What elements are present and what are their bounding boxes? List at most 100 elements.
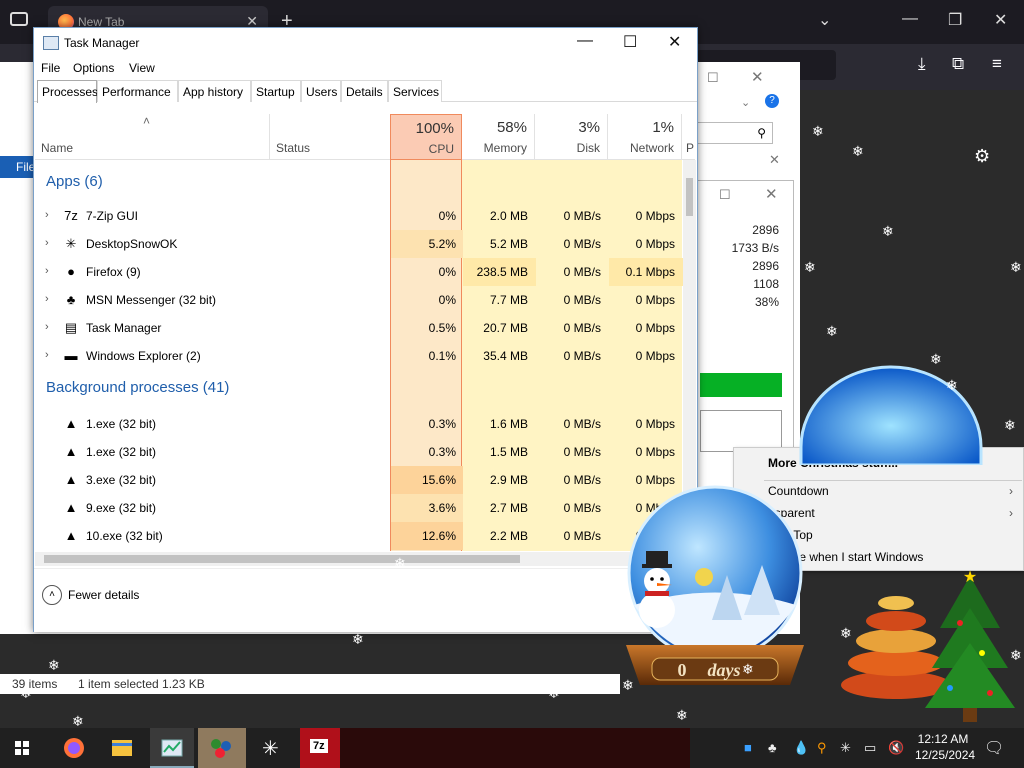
- snowflake-icon: ❄: [214, 299, 226, 315]
- col-cpu[interactable]: 100% CPU: [390, 114, 462, 160]
- process-row[interactable]: ▲ 3.exe (32 bit) 15.6% 2.9 MB 0 MB/s 0 Mbps: [35, 466, 695, 494]
- network-icon[interactable]: ▭: [864, 740, 876, 756]
- close-window-button[interactable]: ✕: [994, 10, 1007, 30]
- expand-chevron-icon[interactable]: ›: [45, 209, 49, 221]
- cpu-value: 12.6%: [421, 529, 456, 543]
- gear-icon[interactable]: ⚙: [974, 146, 990, 167]
- scroll-thumb[interactable]: [44, 555, 520, 563]
- volume-muted-icon[interactable]: 🔇: [888, 740, 904, 756]
- process-row[interactable]: › ▬ Windows Explorer (2) 0.1% 35.4 MB 0 MB/s 0…: [35, 342, 695, 370]
- expand-chevron-icon[interactable]: ›: [45, 293, 49, 305]
- taskbar-file-explorer[interactable]: [100, 728, 144, 768]
- taskbar-msn-messenger[interactable]: [198, 728, 246, 768]
- snowflake-icon: ❄: [742, 661, 754, 677]
- process-row[interactable]: › ● Firefox (9) 0% 238.5 MB 0 MB/s 0.1 Mbps: [35, 258, 695, 286]
- process-row[interactable]: ▲10.exe (32 bit)12.6%2.2 MB0 MB/s0 Mbps: [35, 522, 695, 550]
- expand-chevron-icon[interactable]: ›: [45, 321, 49, 333]
- expand-chevron-icon[interactable]: ›: [45, 237, 49, 249]
- tab-startup[interactable]: Startup: [251, 80, 301, 102]
- network-value: 0 Mbps: [635, 445, 675, 459]
- process-row[interactable]: ▲ 1.exe (32 bit) 0.3% 1.6 MB 0 MB/s 0 Mbps: [35, 410, 695, 438]
- process-row[interactable]: › ✳ DesktopSnowOK 5.2% 5.2 MB 0 MB/s 0 Mbps: [35, 230, 695, 258]
- search-tray-icon[interactable]: ⚲: [817, 740, 827, 756]
- minimize-button[interactable]: —: [577, 32, 593, 50]
- disk-total: 3%: [578, 119, 600, 136]
- task-manager-icon: ▤: [64, 320, 78, 335]
- close-button[interactable]: ✕: [668, 32, 681, 52]
- disk-value: 0 MB/s: [563, 237, 601, 251]
- tab-services[interactable]: Services: [388, 80, 442, 102]
- days-count: 0: [678, 660, 687, 680]
- network-value: 0 Mbps: [635, 293, 675, 307]
- maximize-icon[interactable]: ☐: [719, 187, 731, 203]
- search-box[interactable]: ⚲: [697, 122, 773, 144]
- minimize-button[interactable]: —: [902, 10, 918, 28]
- menu-options[interactable]: Options: [73, 61, 114, 75]
- snowflake-icon: ❄: [278, 369, 290, 385]
- close-icon[interactable]: ✕: [769, 152, 780, 168]
- close-icon[interactable]: ✕: [751, 68, 764, 86]
- clock-time: 12:12 AM: [917, 732, 969, 746]
- col-network[interactable]: 1% Network: [608, 114, 682, 160]
- chevron-up-icon[interactable]: ˄: [42, 585, 62, 605]
- col-power[interactable]: P: [682, 114, 695, 160]
- blue-square-icon[interactable]: ■: [744, 740, 752, 755]
- start-button[interactable]: [0, 728, 44, 768]
- taskbar-desktopsnow[interactable]: ✳: [250, 728, 294, 768]
- snowflake-icon: ❄: [676, 707, 688, 723]
- network-value: 0 Mbps: [635, 237, 675, 251]
- close-icon[interactable]: ✕: [765, 185, 778, 203]
- msn-icon: [211, 739, 231, 758]
- apps-group-header[interactable]: Apps (6): [46, 173, 103, 190]
- memory-value: 2.2 MB: [489, 529, 528, 543]
- col-status[interactable]: Status: [269, 114, 390, 160]
- maximize-button[interactable]: ❐: [948, 10, 962, 30]
- process-row[interactable]: › 7z 7-Zip GUI 0% 2.0 MB 0 MB/s 0 Mbps: [35, 202, 695, 230]
- expand-chevron-icon[interactable]: ›: [45, 349, 49, 361]
- snowflake-icon: ❄: [1010, 647, 1022, 663]
- tab-details[interactable]: Details: [341, 80, 388, 102]
- list-all-tabs-icon[interactable]: ⌄: [818, 10, 831, 30]
- window-title: Task Manager: [64, 36, 140, 50]
- taskbar-7zip[interactable]: 7z: [300, 728, 344, 768]
- notification-icon[interactable]: 🗨: [984, 738, 1004, 758]
- process-row[interactable]: › ▤ Task Manager 0.5% 20.7 MB 0 MB/s 0 Mbps: [35, 314, 695, 342]
- maximize-icon[interactable]: ☐: [707, 70, 719, 86]
- expand-chevron-icon[interactable]: ›: [45, 265, 49, 277]
- tab-processes[interactable]: Processes: [37, 80, 98, 103]
- col-name[interactable]: Name: [35, 114, 269, 160]
- download-icon[interactable]: ⤓: [918, 54, 926, 74]
- cpu-total: 100%: [415, 120, 454, 137]
- menu-view[interactable]: View: [129, 61, 155, 75]
- process-row[interactable]: › ♣ MSN Messenger (32 bit) 0% 7.7 MB 0 MB/s 0 …: [35, 286, 695, 314]
- col-disk[interactable]: 3% Disk: [535, 114, 608, 160]
- clock[interactable]: 12:12 AM 12/25/2024: [915, 731, 975, 763]
- extensions-icon[interactable]: ⧉: [952, 54, 964, 74]
- tab-app-history[interactable]: App history: [178, 80, 251, 102]
- taskbar-firefox[interactable]: [52, 728, 96, 768]
- selection-info: 1 item selected 1.23 KB: [78, 677, 205, 691]
- scroll-thumb[interactable]: [686, 178, 693, 216]
- maximize-button[interactable]: ☐: [623, 32, 637, 52]
- msn-tray-icon[interactable]: ♣: [768, 740, 777, 755]
- chevron-down-icon[interactable]: ⌄: [741, 96, 750, 109]
- memory-total: 58%: [496, 119, 527, 136]
- snowflake-tray-icon[interactable]: ✳: [840, 740, 851, 756]
- background-group-header[interactable]: Background processes (41): [46, 379, 229, 396]
- snowflake-icon: ❄: [804, 259, 816, 275]
- col-name-label: Name: [41, 141, 74, 155]
- taskbar-task-manager[interactable]: [150, 728, 194, 768]
- network-value: 0 Mbps: [635, 209, 675, 223]
- menu-file[interactable]: File: [41, 61, 60, 75]
- disk-value: 0 MB/s: [563, 293, 601, 307]
- tab-performance[interactable]: Performance: [97, 80, 178, 102]
- horizontal-scrollbar[interactable]: [35, 552, 683, 566]
- fewer-details-button[interactable]: Fewer details: [68, 588, 139, 602]
- tab-users[interactable]: Users: [301, 80, 341, 102]
- col-memory[interactable]: 58% Memory: [462, 114, 535, 160]
- help-icon[interactable]: ?: [765, 94, 779, 108]
- menu-icon[interactable]: ≡: [992, 54, 1002, 74]
- water-drop-icon[interactable]: 💧: [793, 740, 809, 756]
- process-row[interactable]: ▲ 9.exe (32 bit) 3.6% 2.7 MB 0 MB/s 0 Mbps: [35, 494, 695, 522]
- tab-list-icon[interactable]: [10, 12, 28, 26]
